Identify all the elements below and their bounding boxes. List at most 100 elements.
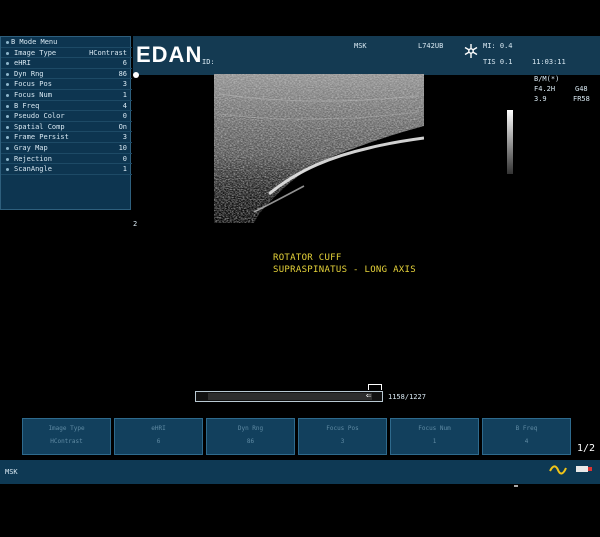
bullet-icon: [6, 147, 9, 150]
softkey-ehri[interactable]: eHRI 6: [114, 418, 203, 455]
menu-item-focus-pos[interactable]: Focus Pos 3: [1, 79, 132, 90]
softkey-label: Focus Pos: [326, 425, 359, 432]
cine-arrow-icon: ⇐: [366, 391, 372, 401]
menu-item-value: 0: [122, 112, 127, 121]
clock: 11:03:11: [532, 58, 566, 66]
softkey-value: 3: [340, 438, 345, 445]
menu-item-value: 4: [122, 101, 127, 110]
bullet-icon: [6, 168, 9, 172]
softkey-label: Dyn Rng: [237, 425, 264, 432]
menu-item-dyn-rng[interactable]: Dyn Rng 86: [1, 69, 132, 80]
bullet-icon: [6, 51, 9, 55]
depth-readout: 3.9: [534, 95, 547, 103]
gain-readout: G48: [575, 85, 588, 93]
menu-item-value: On: [118, 122, 127, 131]
softkey-value: 86: [246, 438, 255, 445]
menu-item-label: B Freq: [14, 101, 40, 110]
annotation-line-1: ROTATOR CUFF: [273, 253, 342, 263]
menu-item-value: 3: [122, 133, 127, 142]
bullet-icon: [6, 104, 9, 108]
menu-item-label: Focus Num: [14, 91, 52, 99]
ultrasound-image[interactable]: [214, 74, 424, 223]
cine-progress-bar[interactable]: [195, 391, 383, 402]
menu-item-value: 86: [118, 69, 127, 78]
menu-item-spatial-comp[interactable]: Spatial Comp On: [1, 122, 132, 133]
brand-logo: EDAN: [136, 42, 203, 67]
menu-item-value: 1: [122, 91, 127, 99]
menu-item-scanangle[interactable]: ScanAngle 1: [1, 164, 132, 175]
b-mode-menu: B Mode Menu Image Type HContrast eHRI 6 Dyn …: [0, 36, 132, 210]
menu-item-gray-map[interactable]: Gray Map 10: [1, 143, 132, 154]
softkey-value: 4: [524, 438, 529, 445]
preset-label: MSK: [354, 42, 367, 50]
softkey-value: 6: [156, 438, 161, 445]
softkey-value: HContrast: [50, 438, 83, 445]
snowflake-icon[interactable]: [463, 43, 479, 59]
softkey-value: 1: [432, 438, 437, 445]
bullet-icon: [6, 83, 9, 87]
softkey-label: eHRI: [151, 425, 166, 432]
menu-item-focus-num[interactable]: Focus Num 1: [1, 90, 132, 101]
softkey-image-type[interactable]: Image Type HContrast: [22, 418, 111, 455]
menu-item-image-type[interactable]: Image Type HContrast: [1, 48, 132, 59]
framerate-readout: FR58: [573, 95, 590, 103]
status-indicator: [514, 485, 518, 487]
mi-readout: MI: 0.4: [483, 42, 513, 50]
softkey-page-indicator[interactable]: 1/2: [577, 443, 595, 454]
menu-item-frame-persist[interactable]: Frame Persist 3: [1, 132, 132, 143]
mode-readout: B/M(*): [534, 75, 560, 83]
bullet-icon: [6, 157, 9, 161]
bullet-icon: [6, 136, 9, 140]
menu-item-label: Image Type: [14, 48, 57, 57]
menu-item-ehri[interactable]: eHRI 6: [1, 58, 132, 69]
menu-item-value: HContrast: [89, 48, 127, 57]
softkey-label: Focus Num: [418, 425, 451, 432]
annotation-line-2: SUPRASPINATUS - LONG AXIS: [273, 265, 416, 275]
patient-id-label: ID:: [202, 58, 215, 66]
status-preset-label: MSK: [5, 468, 18, 476]
softkey-label: Image Type: [48, 425, 85, 432]
cine-bracket: [368, 384, 382, 390]
menu-item-value: 10: [118, 144, 127, 152]
bullet-icon: [6, 72, 9, 76]
depth-marker: 2: [133, 220, 138, 228]
menu-item-value: 6: [122, 59, 127, 68]
bullet-icon: [6, 62, 9, 66]
bullet-icon: [6, 41, 9, 44]
grayscale-bar: [507, 110, 513, 174]
menu-item-label: Gray Map: [14, 144, 48, 152]
softkey-b-freq[interactable]: B Freq 4: [482, 418, 571, 455]
menu-item-value: 0: [122, 154, 127, 163]
softkey-focus-num[interactable]: Focus Num 1: [390, 418, 479, 455]
bullet-icon: [6, 115, 9, 119]
menu-item-label: ScanAngle: [14, 165, 52, 174]
menu-item-label: Focus Pos: [14, 80, 52, 89]
menu-item-rejection[interactable]: Rejection 0: [1, 154, 132, 165]
bullet-icon: [6, 94, 9, 97]
softkey-label: B Freq: [515, 425, 538, 432]
orientation-marker: [133, 72, 139, 78]
waveform-icon: [549, 465, 567, 475]
softkey-focus-pos[interactable]: Focus Pos 3: [298, 418, 387, 455]
menu-title-label: B Mode Menu: [11, 38, 58, 46]
probe-label: L742UB: [418, 42, 444, 50]
menu-item-pseudo-color[interactable]: Pseudo Color 0: [1, 111, 132, 122]
menu-item-b-freq[interactable]: B Freq 4: [1, 101, 132, 112]
usb-icon: [576, 466, 592, 472]
menu-item-label: Spatial Comp: [14, 122, 65, 131]
status-bar: [0, 460, 600, 484]
cine-frame-counter: 1158/1227: [388, 393, 426, 401]
menu-item-value: 3: [122, 80, 127, 89]
bullet-icon: [6, 125, 9, 129]
menu-item-label: Dyn Rng: [14, 69, 44, 78]
frequency-readout: F4.2H: [534, 85, 556, 93]
menu-item-label: Pseudo Color: [14, 112, 65, 121]
tis-readout: TIS 0.1: [483, 58, 513, 66]
menu-item-label: eHRI: [14, 59, 31, 68]
cine-progress-fill: [208, 393, 372, 400]
menu-item-label: Frame Persist: [14, 133, 69, 142]
menu-title: B Mode Menu: [1, 37, 132, 48]
menu-item-label: Rejection: [14, 154, 52, 163]
menu-item-value: 1: [122, 165, 127, 174]
softkey-dyn-rng[interactable]: Dyn Rng 86: [206, 418, 295, 455]
